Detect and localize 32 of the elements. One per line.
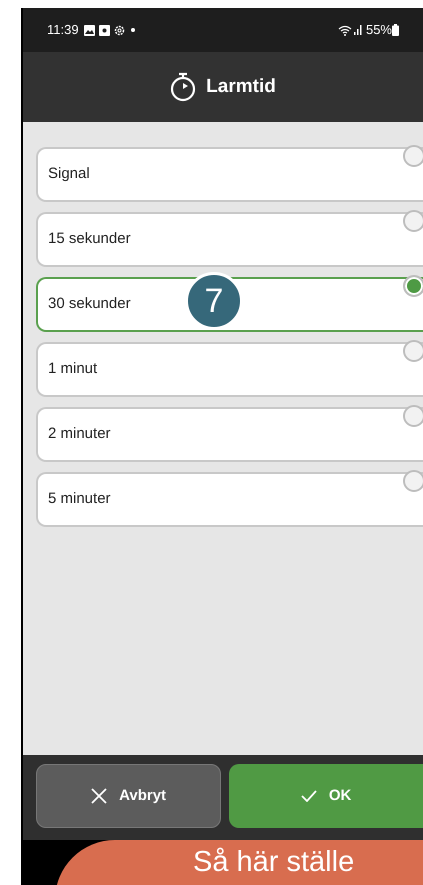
status-time: 11:39	[47, 21, 79, 40]
option-item[interactable]: 5 minuter	[36, 472, 423, 527]
battery-icon	[392, 24, 399, 36]
checkmark-icon	[300, 790, 317, 802]
option-item[interactable]: 15 sekunder	[36, 212, 423, 267]
radio-button[interactable]	[403, 145, 423, 167]
radio-button[interactable]	[403, 210, 423, 232]
close-icon	[91, 788, 108, 804]
dot-icon	[130, 28, 135, 32]
option-label: 2 minuter	[48, 424, 111, 444]
wifi-icon	[338, 24, 352, 36]
option-label: 30 sekunder	[48, 294, 131, 314]
option-label: 5 minuter	[48, 489, 111, 510]
image-icon	[84, 24, 95, 36]
option-label: 1 minut	[48, 359, 98, 380]
radio-button[interactable]	[403, 470, 423, 492]
option-label: Signal	[48, 164, 90, 184]
stopwatch-icon	[170, 72, 196, 102]
option-label: 15 sekunder	[48, 229, 131, 250]
cancel-button[interactable]: Avbryt	[36, 764, 222, 828]
option-item[interactable]: 1 minut	[36, 342, 423, 397]
banner-text: Så här ställe	[193, 846, 354, 878]
option-item[interactable]: Signal	[36, 147, 423, 202]
battery-percentage: 55%	[366, 21, 392, 40]
radio-button[interactable]	[403, 275, 423, 297]
app-icon	[98, 24, 110, 36]
radio-button[interactable]	[403, 340, 423, 362]
radio-button[interactable]	[403, 405, 423, 427]
signal-icon	[354, 25, 363, 35]
settings-icon	[114, 24, 125, 36]
header-title: Larmtid	[206, 74, 276, 99]
option-item[interactable]: 2 minuter	[36, 407, 423, 462]
